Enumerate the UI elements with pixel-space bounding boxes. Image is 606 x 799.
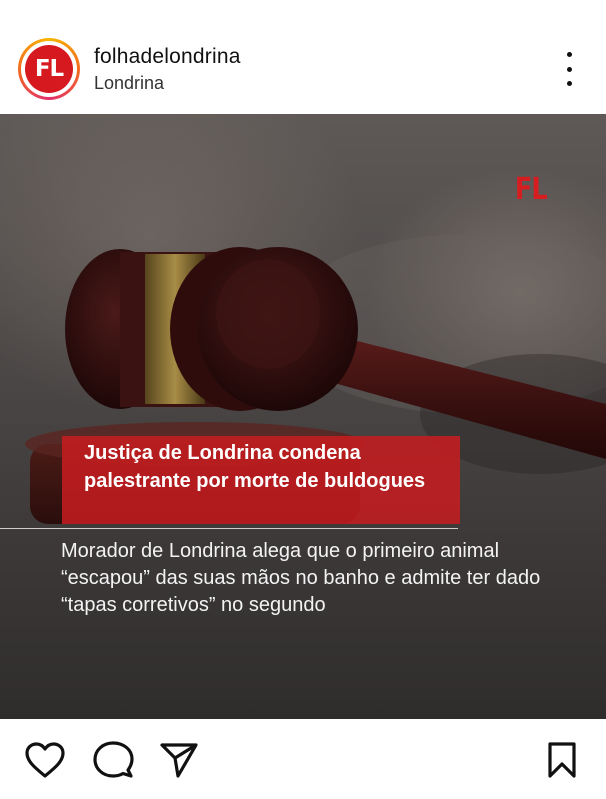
- share-icon[interactable]: [159, 741, 199, 779]
- heart-icon[interactable]: [24, 741, 66, 779]
- action-bar: [0, 719, 606, 799]
- more-options-icon[interactable]: [556, 52, 582, 86]
- post-header: FL folhadelondrina Londrina: [0, 0, 606, 114]
- comment-icon[interactable]: [92, 740, 134, 780]
- bookmark-icon[interactable]: [546, 741, 578, 779]
- avatar-frame: FL: [21, 41, 77, 97]
- post-subtitle: Morador de Londrina alega que o primeiro…: [61, 540, 541, 616]
- dot: [566, 66, 572, 72]
- dot: [566, 52, 572, 57]
- divider-line: [0, 528, 458, 529]
- avatar[interactable]: FL: [18, 38, 80, 100]
- dot: [566, 81, 572, 86]
- avatar-logo: FL: [25, 45, 73, 93]
- post-image[interactable]: FL Justiça de Londrina condena palestran…: [0, 114, 606, 719]
- location[interactable]: Londrina: [94, 73, 164, 94]
- brand-watermark: FL: [514, 172, 548, 207]
- username[interactable]: folhadelondrina: [94, 45, 241, 69]
- post-headline: Justiça de Londrina condena palestrante …: [84, 442, 426, 492]
